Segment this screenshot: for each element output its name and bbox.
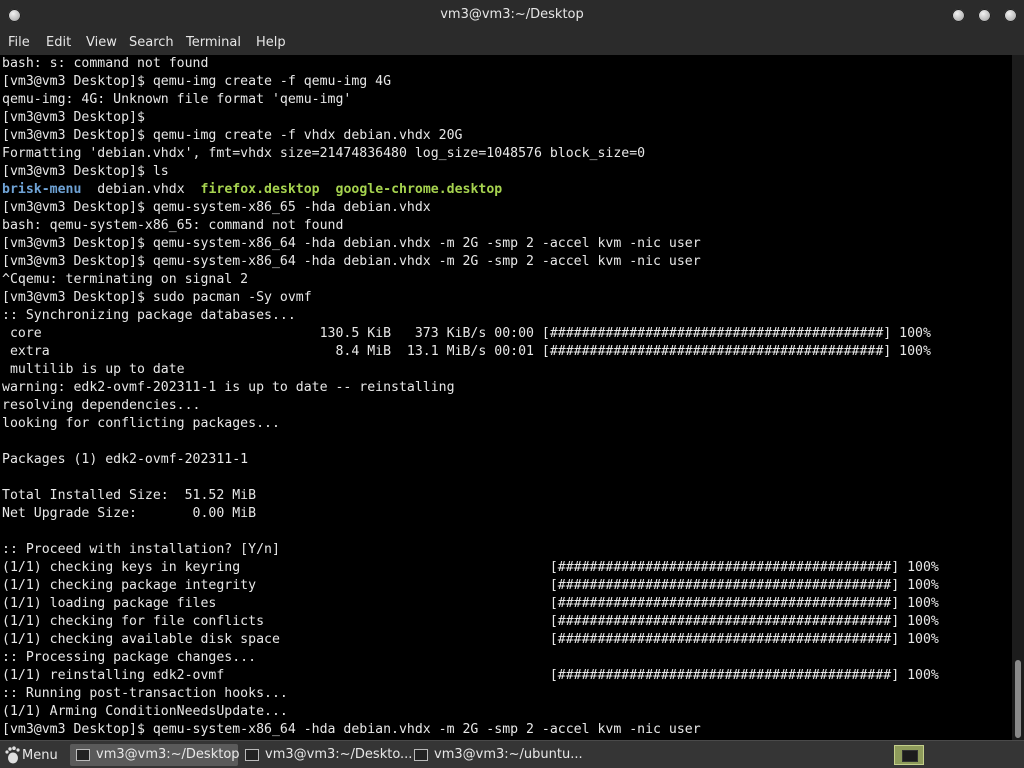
terminal-line: (1/1) checking package integrity [######… bbox=[2, 578, 939, 593]
terminal-line: ^Cqemu: terminating on signal 2 bbox=[2, 272, 249, 287]
ls-entry: google-chrome.desktop bbox=[335, 182, 503, 197]
terminal-line: Packages (1) edk2-ovmf-202311-1 bbox=[2, 452, 249, 467]
terminal-line: [vm3@vm3 Desktop]$ ls bbox=[2, 164, 169, 179]
taskbar-window-label: vm3@vm3:~/ubuntu... bbox=[434, 747, 583, 762]
main-menu-label: Menu bbox=[22, 748, 58, 763]
terminal-line: qemu-img: 4G: Unknown file format 'qemu-… bbox=[2, 92, 352, 107]
terminal-line: looking for conflicting packages... bbox=[2, 416, 280, 431]
terminal-output[interactable]: bash: s: command not found [vm3@vm3 Desk… bbox=[0, 55, 1012, 740]
menu-help[interactable]: Help bbox=[256, 35, 286, 50]
taskbar: Menu vm3@vm3:~/Desktop vm3@vm3:~/Deskto.… bbox=[0, 740, 1024, 768]
terminal-line: Formatting 'debian.vhdx', fmt=vhdx size=… bbox=[2, 146, 646, 161]
workspace-screen-icon bbox=[902, 750, 918, 762]
terminal-line: :: Processing package changes... bbox=[2, 650, 257, 665]
terminal-line: resolving dependencies... bbox=[2, 398, 201, 413]
ls-output-line: brisk-menu debian.vhdx firefox.desktop g… bbox=[2, 182, 502, 197]
taskbar-window-label: vm3@vm3:~/Desktop bbox=[96, 747, 240, 762]
taskbar-window-2[interactable]: vm3@vm3:~/Deskto... bbox=[239, 744, 412, 766]
terminal-line: [vm3@vm3 Desktop]$ bbox=[2, 110, 145, 125]
terminal-line: bash: qemu-system-x86_65: command not fo… bbox=[2, 218, 344, 233]
terminal-line: [vm3@vm3 Desktop]$ qemu-system-x86_64 -h… bbox=[2, 722, 701, 737]
terminal-line: extra 8.4 MiB 13.1 MiB/s 00:01 [########… bbox=[2, 344, 931, 359]
terminal-line: (1/1) loading package files [###########… bbox=[2, 596, 939, 611]
maximize-button[interactable] bbox=[978, 9, 991, 22]
terminal-line: (1/1) Arming ConditionNeedsUpdate... bbox=[2, 704, 288, 719]
taskbar-window-1[interactable]: vm3@vm3:~/Desktop bbox=[70, 744, 240, 766]
terminal-line: :: Synchronizing package databases... bbox=[2, 308, 296, 323]
terminal-line: [vm3@vm3 Desktop]$ qemu-system-x86_64 -h… bbox=[2, 236, 701, 251]
terminal-line: bash: s: command not found bbox=[2, 56, 209, 71]
terminal-line: Net Upgrade Size: 0.00 MiB bbox=[2, 506, 257, 521]
ls-entry: brisk-menu bbox=[2, 182, 82, 197]
terminal-line: warning: edk2-ovmf-202311-1 is up to dat… bbox=[2, 380, 455, 395]
terminal-line: [vm3@vm3 Desktop]$ qemu-system-x86_64 -h… bbox=[2, 254, 701, 269]
menu-terminal[interactable]: Terminal bbox=[186, 35, 241, 50]
taskbar-window-label: vm3@vm3:~/Deskto... bbox=[265, 747, 413, 762]
terminal-line: [vm3@vm3 Desktop]$ qemu-img create -f qe… bbox=[2, 74, 392, 89]
terminal-line: [vm3@vm3 Desktop]$ sudo pacman -Sy ovmf bbox=[2, 290, 312, 305]
terminal-window-icon bbox=[245, 749, 259, 761]
scrollbar-thumb[interactable] bbox=[1015, 660, 1021, 738]
terminal-line: Total Installed Size: 51.52 MiB bbox=[2, 488, 257, 503]
main-menu-button[interactable]: Menu bbox=[2, 744, 64, 766]
close-button[interactable] bbox=[1004, 9, 1017, 22]
terminal-text: bash: s: command not found [vm3@vm3 Desk… bbox=[0, 55, 1012, 739]
terminal-line: (1/1) checking for file conflicts [#####… bbox=[2, 614, 939, 629]
terminal-line: (1/1) reinstalling edk2-ovmf [##########… bbox=[2, 668, 939, 683]
ls-entry: firefox.desktop bbox=[200, 182, 320, 197]
terminal-line: (1/1) checking keys in keyring [########… bbox=[2, 560, 939, 575]
menu-view[interactable]: View bbox=[86, 35, 117, 50]
terminal-line: [vm3@vm3 Desktop]$ qemu-system-x86_65 -h… bbox=[2, 200, 431, 215]
menu-bar: File Edit View Search Terminal Help bbox=[0, 31, 1024, 55]
workspace-switcher-icon[interactable] bbox=[894, 745, 924, 765]
menu-file[interactable]: File bbox=[8, 35, 30, 50]
terminal-line: :: Running post-transaction hooks... bbox=[2, 686, 288, 701]
menu-edit[interactable]: Edit bbox=[46, 35, 71, 50]
terminal-line: core 130.5 KiB 373 KiB/s 00:00 [########… bbox=[2, 326, 931, 341]
minimize-button[interactable] bbox=[952, 9, 965, 22]
terminal-scrollbar[interactable] bbox=[1012, 55, 1024, 740]
taskbar-window-3[interactable]: vm3@vm3:~/ubuntu... bbox=[408, 744, 583, 766]
menu-search[interactable]: Search bbox=[129, 35, 174, 50]
terminal-window-icon bbox=[414, 749, 428, 761]
window-titlebar[interactable]: vm3@vm3:~/Desktop bbox=[0, 0, 1024, 31]
window-title: vm3@vm3:~/Desktop bbox=[440, 7, 584, 22]
ls-entry: debian.vhdx bbox=[97, 182, 185, 197]
terminal-line: :: Proceed with installation? [Y/n] bbox=[2, 542, 280, 557]
terminal-line: [vm3@vm3 Desktop]$ qemu-img create -f vh… bbox=[2, 128, 463, 143]
terminal-line: multilib is up to date bbox=[2, 362, 185, 377]
gnome-foot-icon bbox=[5, 746, 20, 764]
terminal-window-icon bbox=[76, 749, 90, 761]
terminal-line: (1/1) checking available disk space [###… bbox=[2, 632, 939, 647]
